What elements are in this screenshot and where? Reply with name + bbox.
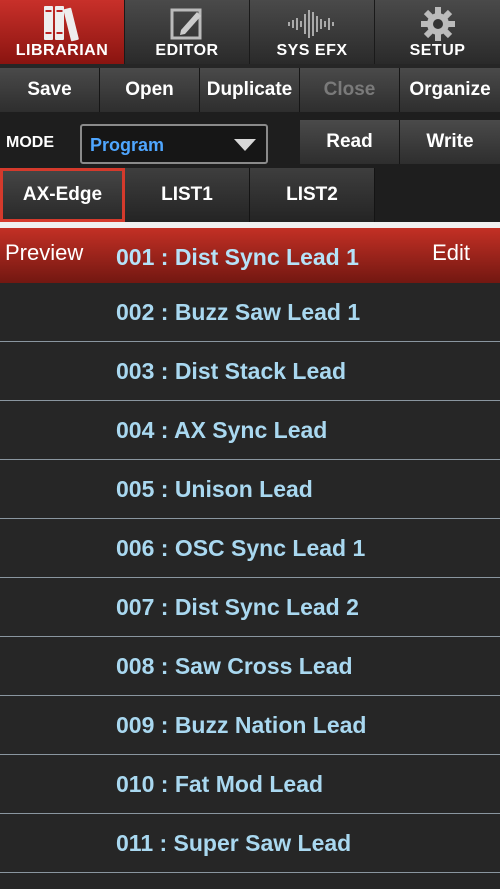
tab-setup[interactable]: SETUP	[375, 0, 500, 64]
list-item[interactable]: 002 : Buzz Saw Lead 1	[0, 283, 500, 342]
pencil-edit-icon	[167, 4, 207, 49]
write-button[interactable]: Write	[400, 120, 500, 164]
list-item[interactable]: 008 : Saw Cross Lead	[0, 637, 500, 696]
organize-button[interactable]: Organize	[400, 68, 500, 112]
list-item-name: 007 : Dist Sync Lead 2	[116, 594, 359, 620]
list-item[interactable]: 011 : Super Saw Lead	[0, 814, 500, 873]
list-item[interactable]: 010 : Fat Mod Lead	[0, 755, 500, 814]
action-bar: Save Open Duplicate Close Organize	[0, 68, 500, 112]
mode-label: MODE	[6, 134, 54, 151]
program-list[interactable]: Preview 001 : Dist Sync Lead 1 Edit 002 …	[0, 228, 500, 889]
list-item[interactable]: Preview 001 : Dist Sync Lead 1 Edit	[0, 228, 500, 287]
list-item-name: 003 : Dist Stack Lead	[116, 358, 347, 384]
save-button[interactable]: Save	[0, 68, 100, 112]
list-item[interactable]: 003 : Dist Stack Lead	[0, 342, 500, 401]
read-button[interactable]: Read	[300, 120, 400, 164]
gear-icon	[418, 4, 458, 49]
list-item[interactable]: 006 : OSC Sync Lead 1	[0, 519, 500, 578]
list-tab-ax-edge[interactable]: AX-Edge	[0, 168, 125, 222]
list-item-name: 005 : Unison Lead	[116, 476, 313, 502]
list-item[interactable]: 007 : Dist Sync Lead 2	[0, 578, 500, 637]
preview-button[interactable]: Preview	[5, 240, 83, 266]
list-item-name: 011 : Super Saw Lead	[116, 830, 352, 856]
list-item-name: 001 : Dist Sync Lead 1	[116, 244, 359, 270]
waveform-icon	[284, 4, 340, 49]
tab-editor[interactable]: EDITOR	[125, 0, 250, 64]
tab-sys-efx[interactable]: SYS EFX	[250, 0, 375, 64]
list-item[interactable]: 005 : Unison Lead	[0, 460, 500, 519]
list-item[interactable]: 009 : Buzz Nation Lead	[0, 696, 500, 755]
close-button[interactable]: Close	[300, 68, 400, 112]
list-tab-list1[interactable]: LIST1	[125, 168, 250, 222]
edit-button[interactable]: Edit	[432, 240, 470, 266]
duplicate-button[interactable]: Duplicate	[200, 68, 300, 112]
list-tabs: AX-Edge LIST1 LIST2	[0, 168, 500, 222]
list-item-name: 009 : Buzz Nation Lead	[116, 712, 367, 738]
list-item-name: 002 : Buzz Saw Lead 1	[116, 299, 361, 325]
list-item-name: 006 : OSC Sync Lead 1	[116, 535, 366, 561]
chevron-down-icon	[234, 139, 256, 151]
top-nav: LIBRARIAN EDITOR SYS EFX SETUP	[0, 0, 500, 64]
list-item-name: 008 : Saw Cross Lead	[116, 653, 353, 679]
list-item[interactable]: 004 : AX Sync Lead	[0, 401, 500, 460]
mode-select-value: Program	[90, 135, 165, 155]
tab-librarian[interactable]: LIBRARIAN	[0, 0, 125, 64]
open-button[interactable]: Open	[100, 68, 200, 112]
books-icon	[40, 4, 84, 49]
list-item-name: 010 : Fat Mod Lead	[116, 771, 324, 797]
mode-select[interactable]: Program	[80, 124, 268, 164]
list-tab-list2[interactable]: LIST2	[250, 168, 375, 222]
list-item-name: 004 : AX Sync Lead	[116, 417, 328, 443]
